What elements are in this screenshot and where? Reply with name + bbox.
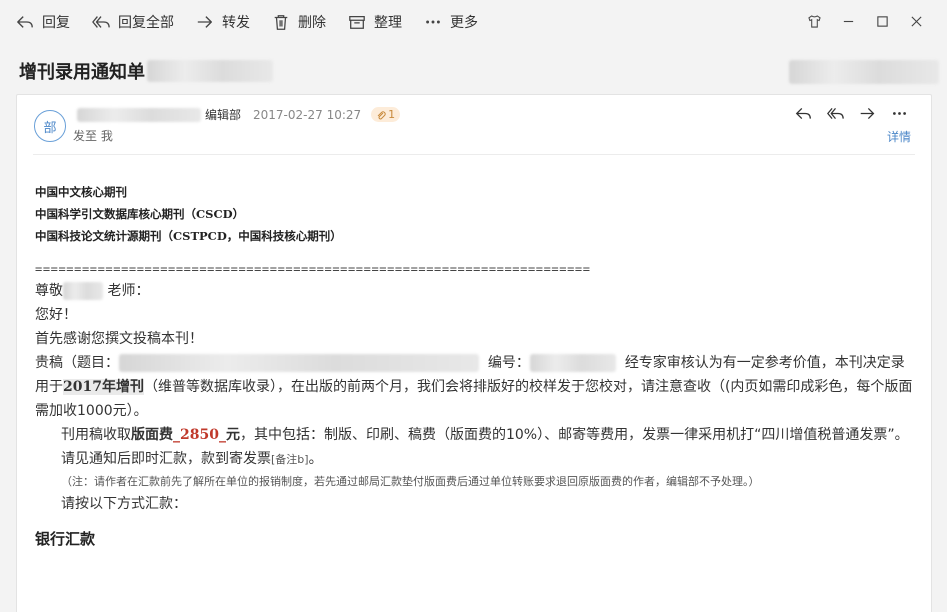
message-body: 中国中文核心期刊 中国科学引文数据库核心期刊（CSCD） 中国科技论文统计源期刊… — [35, 181, 915, 549]
para1-a: 贵稿（题目： — [35, 355, 119, 371]
fee-paragraph: 刊用稿收取版面费_2850_元，其中包括：制版、印刷、稿费（版面费的10%）、邮… — [35, 423, 915, 447]
redacted-subject — [147, 60, 273, 82]
forward-button[interactable]: 转发 — [196, 8, 250, 36]
more-label: 更多 — [450, 15, 478, 31]
reply-all-label: 回复全部 — [118, 15, 174, 31]
reply-all-icon — [826, 107, 844, 119]
issue-highlight: 2017年增刊 — [63, 379, 144, 395]
maximize-button[interactable] — [865, 10, 899, 32]
fee-label: 版面费 — [131, 427, 173, 443]
remit-paragraph: 请见通知后即时汇款，款到寄发票[备注b]。 — [35, 447, 915, 472]
msg-reply-button[interactable] — [787, 103, 819, 123]
greeting-suffix: 老师： — [107, 283, 150, 299]
delete-label: 删除 — [298, 15, 326, 31]
fee-unit: 元 — [225, 427, 240, 443]
subject-text: 增刊录用通知单 — [19, 62, 145, 83]
archive-label: 整理 — [374, 15, 402, 31]
more-icon — [426, 20, 440, 24]
window-controls — [797, 10, 933, 32]
remit-a: 请见通知后即时汇款，款到寄发票 — [61, 451, 271, 467]
para1-b: 编号： — [487, 355, 530, 371]
separator-line: ========================================… — [35, 262, 591, 276]
maximize-icon — [876, 15, 888, 27]
reply-all-icon — [92, 16, 110, 28]
thanks-line: 首先感谢您撰文投稿本刊！ — [35, 331, 203, 347]
bank-heading: 银行汇款 — [35, 530, 96, 548]
hello-line: 您好！ — [35, 307, 77, 323]
greeting: 尊敬 老师： — [35, 279, 915, 303]
method-line: 请按以下方式汇款： — [61, 496, 187, 512]
minimize-icon — [843, 20, 853, 22]
message-actions — [787, 103, 915, 123]
message-date: 2017-02-27 10:27 — [253, 107, 362, 122]
acceptance-paragraph: 贵稿（题目： 编号： 经专家审核认为有一定参考价值，本刊决定录用于2017年增刊… — [35, 351, 915, 423]
paperclip-icon — [377, 110, 386, 119]
close-icon — [910, 15, 922, 27]
forward-label: 转发 — [222, 15, 250, 31]
shirt-icon — [807, 14, 821, 28]
redacted-name — [63, 282, 103, 300]
archive-button[interactable]: 整理 — [348, 8, 402, 36]
message-card: 部 编辑部 2017-02-27 10:27 1 发至 我 详情 中国中文核心期… — [16, 94, 932, 612]
header-divider — [33, 154, 915, 155]
journal-line-1: 中国中文核心期刊 — [35, 185, 127, 199]
redacted-header-info — [789, 60, 939, 84]
remit-note: [备注b] — [271, 453, 309, 466]
greeting-prefix: 尊敬 — [35, 283, 63, 299]
remit-end: 。 — [308, 451, 323, 467]
note-paragraph: （注：请作者在汇款前先了解所在单位的报销制度，若先通过邮局汇款垫付版面费后通过单… — [61, 475, 760, 488]
sender-name[interactable]: 编辑部 — [205, 106, 241, 123]
delete-button[interactable]: 删除 — [272, 8, 326, 36]
avatar[interactable]: 部 — [34, 110, 66, 142]
fee-b: ，其中包括：制版、印刷、稿费（版面费的10%）、邮寄等费用，发票一律采用机打“四… — [239, 427, 909, 443]
journal-line-3: 中国科技论文统计源期刊（CSTPCD，中国科技核心期刊） — [35, 229, 342, 243]
minimize-button[interactable] — [831, 10, 865, 32]
more-icon — [892, 111, 906, 115]
forward-icon — [197, 16, 212, 28]
mail-subject: 增刊录用通知单 — [19, 58, 273, 84]
fee-amount: _2850_ — [173, 427, 226, 443]
redacted-number — [529, 354, 616, 372]
redacted-sender — [77, 107, 201, 122]
toolbar: 回复 回复全部 转发 删除 整理 更多 — [0, 0, 947, 44]
reply-icon — [795, 107, 811, 119]
skin-button[interactable] — [797, 10, 831, 32]
fee-a: 刊用稿收取 — [61, 427, 131, 443]
forward-icon — [860, 107, 874, 119]
reply-all-button[interactable]: 回复全部 — [92, 8, 174, 36]
msg-reply-all-button[interactable] — [819, 103, 851, 123]
details-link[interactable]: 详情 — [887, 128, 911, 145]
reply-icon — [17, 16, 33, 28]
sender-row: 编辑部 2017-02-27 10:27 1 — [77, 106, 401, 123]
msg-forward-button[interactable] — [851, 103, 883, 123]
attachment-count: 1 — [388, 108, 396, 121]
delete-icon — [274, 15, 288, 30]
reply-button[interactable]: 回复 — [16, 8, 70, 36]
journal-line-2: 中国科学引文数据库核心期刊（CSCD） — [35, 207, 245, 221]
recipient-line: 发至 我 — [73, 129, 113, 143]
reply-label: 回复 — [42, 15, 70, 31]
redacted-title — [119, 354, 479, 372]
msg-more-button[interactable] — [883, 103, 915, 123]
attachment-badge[interactable]: 1 — [371, 107, 401, 122]
archive-icon — [349, 15, 365, 29]
close-button[interactable] — [899, 10, 933, 32]
more-button[interactable]: 更多 — [424, 8, 478, 36]
para1-d: （维普等数据库收录），在出版的前两个月，我们会将排版好的校样发于您校对，请注意查… — [35, 379, 913, 419]
